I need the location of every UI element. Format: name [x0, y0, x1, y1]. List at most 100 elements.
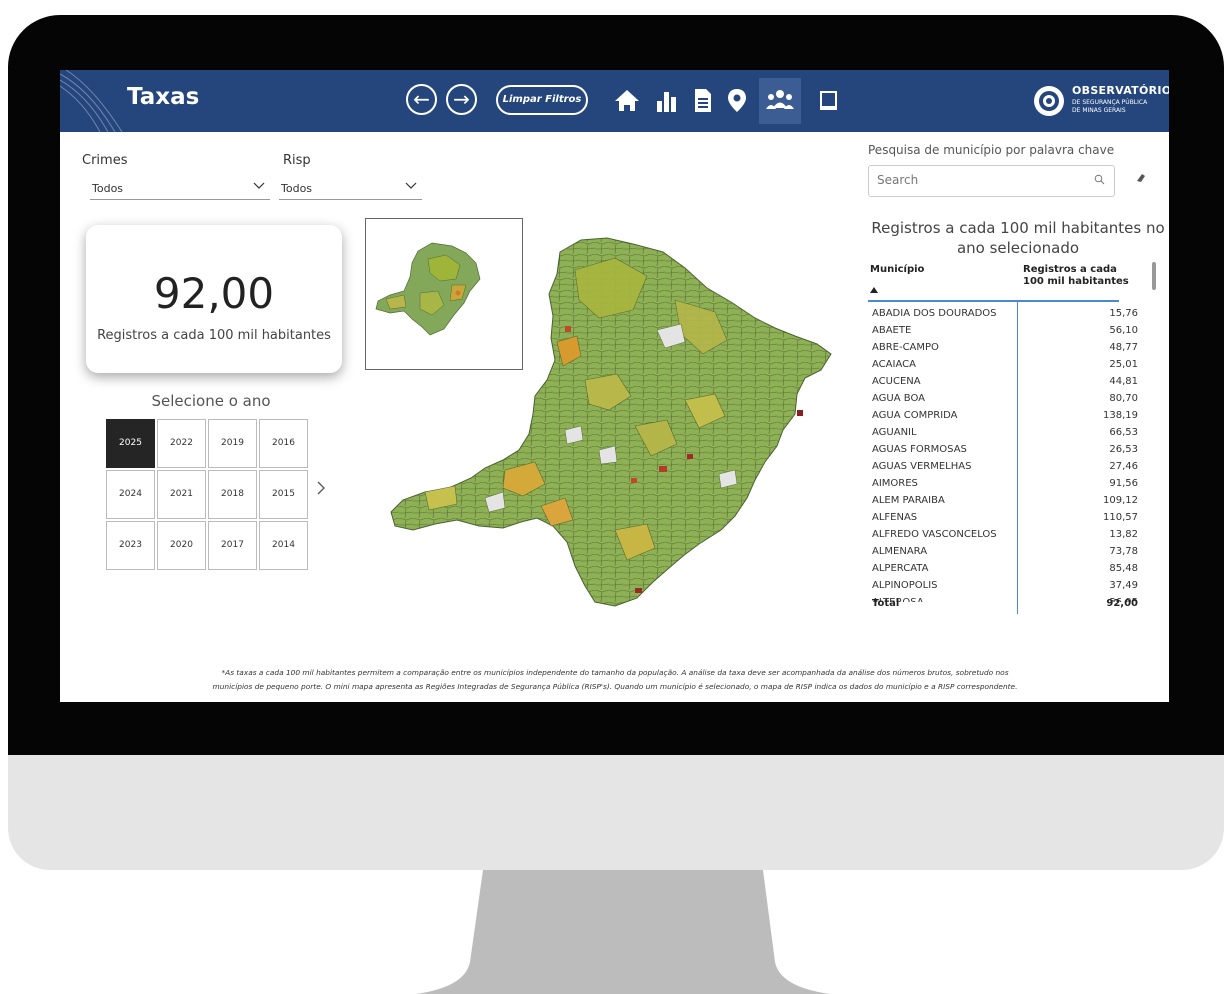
rate-cell: 91,56 [1109, 478, 1138, 489]
table-row[interactable]: ALFENAS 110,57 [872, 510, 1138, 527]
total-label: Total [872, 598, 900, 609]
table-body: ABADIA DOS DOURADOS 15,76 ABAETE 56,10 ABRE-… [872, 306, 1138, 602]
arrow-left-icon: ← [413, 87, 430, 111]
dashboard-screen: Taxas ← → Limpar Filtros OBSERVATÓRIO DE… [60, 70, 1169, 702]
table-row[interactable]: ACUCENA 44,81 [872, 374, 1138, 391]
year-button-2019[interactable]: 2019 [208, 419, 257, 468]
footnote-line2: municípios de pequeno porte. O mini mapa… [212, 682, 1018, 691]
rate-cell: 138,19 [1103, 410, 1138, 421]
year-button-2015[interactable]: 2015 [259, 470, 308, 519]
wave-decoration [60, 70, 123, 132]
next-years-button[interactable] [316, 480, 326, 501]
column-header-taxa-line2: 100 mil habitantes [1023, 276, 1129, 287]
forward-button[interactable]: → [446, 84, 477, 115]
year-button-2025[interactable]: 2025 [106, 419, 155, 468]
year-button-2014[interactable]: 2014 [259, 521, 308, 570]
monitor-chin [8, 755, 1224, 870]
municipio-cell: ALFREDO VASCONCELOS [872, 529, 997, 540]
clear-filters-button[interactable]: Limpar Filtros [496, 85, 588, 115]
table-row[interactable]: ALPINOPOLIS 37,49 [872, 578, 1138, 595]
arrow-right-icon: → [453, 87, 470, 111]
table-row[interactable]: ABAETE 56,10 [872, 323, 1138, 340]
chevron-down-icon [253, 182, 265, 189]
municipio-cell: AGUA BOA [872, 393, 925, 404]
rate-cell: 26,53 [1109, 444, 1138, 455]
rate-cell: 110,57 [1103, 512, 1138, 523]
rate-cell: 48,77 [1109, 342, 1138, 353]
rate-cell: 13,82 [1109, 529, 1138, 540]
table-row[interactable]: ABRE-CAMPO 48,77 [872, 340, 1138, 357]
year-button-2023[interactable]: 2023 [106, 521, 155, 570]
municipio-cell: AGUAS VERMELHAS [872, 461, 972, 472]
year-button-2017[interactable]: 2017 [208, 521, 257, 570]
municipio-cell: ABRE-CAMPO [872, 342, 939, 353]
rate-cell: 15,76 [1109, 308, 1138, 319]
kpi-value: 92,00 [153, 269, 275, 318]
choropleth-map[interactable] [385, 230, 840, 610]
rate-cell: 37,49 [1109, 580, 1138, 591]
crimes-value: Todos [92, 182, 124, 195]
table-row[interactable]: AGUANIL 66,53 [872, 425, 1138, 442]
sort-ascending-icon[interactable] [870, 286, 878, 295]
table-row[interactable]: AGUAS VERMELHAS 27,46 [872, 459, 1138, 476]
risp-dropdown[interactable]: Todos [279, 176, 422, 200]
year-button-2022[interactable]: 2022 [157, 419, 206, 468]
eraser-icon[interactable] [1135, 172, 1147, 187]
column-header-municipio[interactable]: Município [870, 264, 924, 275]
column-header-taxa-line1: Registros a cada [1023, 264, 1117, 275]
table-row[interactable]: ALMENARA 73,78 [872, 544, 1138, 561]
table-row[interactable]: AGUA BOA 80,70 [872, 391, 1138, 408]
municipio-cell: AGUANIL [872, 427, 917, 438]
map-pin-icon[interactable] [721, 84, 753, 116]
rate-cell: 66,53 [1109, 427, 1138, 438]
nav-item-people[interactable] [759, 78, 801, 124]
year-button-2020[interactable]: 2020 [157, 521, 206, 570]
search-input[interactable] [875, 172, 1079, 188]
table-row[interactable]: AIMORES 91,56 [872, 476, 1138, 493]
year-button-2021[interactable]: 2021 [157, 470, 206, 519]
rate-cell: 27,46 [1109, 461, 1138, 472]
crimes-dropdown[interactable]: Todos [90, 176, 270, 200]
back-button[interactable]: ← [406, 84, 437, 115]
municipio-cell: AGUAS FORMOSAS [872, 444, 967, 455]
table-title-line2: ano selecionado [956, 239, 1080, 257]
bar-chart-icon[interactable] [650, 84, 682, 116]
crimes-label: Crimes [82, 153, 128, 168]
logo-subtitle-1: DE SEGURANÇA PÚBLICA [1072, 99, 1148, 106]
year-button-2018[interactable]: 2018 [208, 470, 257, 519]
municipio-cell: ALMENARA [872, 546, 928, 557]
table-row[interactable]: ALFREDO VASCONCELOS 13,82 [872, 527, 1138, 544]
people-icon [766, 90, 794, 109]
chevron-down-icon [405, 182, 417, 189]
footnote-line1: *As taxas a cada 100 mil habitantes perm… [221, 668, 1009, 677]
logo-subtitle-2: DE MINAS GERAIS [1072, 107, 1126, 114]
municipio-cell: ACUCENA [872, 376, 921, 387]
municipio-cell: ACAIACA [872, 359, 916, 370]
home-icon[interactable] [611, 84, 643, 116]
table-row[interactable]: AGUA COMPRIDA 138,19 [872, 408, 1138, 425]
municipio-cell: ALFENAS [872, 512, 918, 523]
table-scrollbar[interactable] [1152, 262, 1156, 290]
municipio-cell: AGUA COMPRIDA [872, 410, 958, 421]
chevron-right-icon [317, 481, 325, 495]
kpi-label: Registros a cada 100 mil habitantes [97, 328, 331, 343]
table-row[interactable]: ALEM PARAIBA 109,12 [872, 493, 1138, 510]
risp-label: Risp [283, 153, 311, 168]
table-row[interactable]: ABADIA DOS DOURADOS 15,76 [872, 306, 1138, 323]
year-button-2024[interactable]: 2024 [106, 470, 155, 519]
rate-cell: 109,12 [1103, 495, 1138, 506]
book-icon[interactable] [812, 84, 844, 116]
total-row: Total 92,00 [872, 598, 1138, 614]
page-title: Taxas [127, 84, 200, 110]
rate-cell: 73,78 [1109, 546, 1138, 557]
table-row[interactable]: ALPERCATA 85,48 [872, 561, 1138, 578]
document-icon[interactable] [686, 84, 718, 116]
column-header-taxa[interactable]: Registros a cada 100 mil habitantes [1023, 264, 1129, 288]
municipio-cell: AIMORES [872, 478, 918, 489]
rate-cell: 25,01 [1109, 359, 1138, 370]
municipio-cell: ALPINOPOLIS [872, 580, 938, 591]
table-row[interactable]: ACAIACA 25,01 [872, 357, 1138, 374]
year-button-2016[interactable]: 2016 [259, 419, 308, 468]
table-row[interactable]: AGUAS FORMOSAS 26,53 [872, 442, 1138, 459]
search-icon[interactable] [1094, 174, 1105, 188]
